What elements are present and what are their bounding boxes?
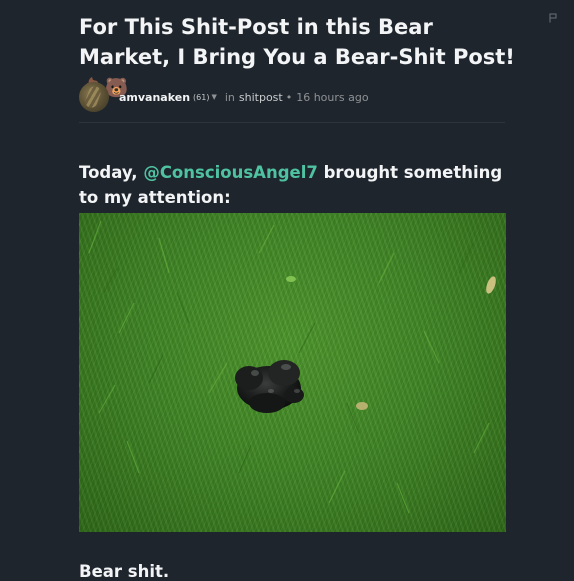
intro-paragraph: Today, @ConsciousAngel7 brought somethin…	[79, 160, 509, 210]
flag-icon[interactable]	[549, 13, 557, 23]
post-title-text: For This Shit-Post in this Bear Market, …	[79, 15, 515, 69]
separator-dot: •	[285, 90, 293, 104]
author-reputation: (61)	[193, 92, 210, 102]
leaf	[286, 276, 296, 282]
post-time[interactable]: 16 hours ago	[296, 91, 368, 104]
header-divider	[79, 122, 505, 123]
leaf	[486, 276, 496, 294]
intro-before: Today,	[79, 163, 144, 182]
mention-link[interactable]: @ConsciousAngel7	[143, 163, 318, 182]
author-name[interactable]: amvanaken	[119, 91, 190, 104]
closing-text: Bear shit.	[79, 562, 170, 581]
post-author-row: amvanaken (61) ▼ in shitpost • 16 hours …	[79, 82, 369, 112]
caret-down-icon[interactable]: ▼	[211, 93, 216, 101]
user-avatar[interactable]	[79, 82, 109, 112]
community-link[interactable]: shitpost	[239, 91, 283, 104]
post-image[interactable]	[79, 213, 506, 532]
bear-scat	[235, 360, 304, 413]
leaf	[356, 402, 368, 410]
grass-scene	[88, 220, 496, 514]
in-label: in	[224, 90, 235, 104]
post-page: For This Shit-Post in this Bear Market, …	[0, 0, 574, 581]
